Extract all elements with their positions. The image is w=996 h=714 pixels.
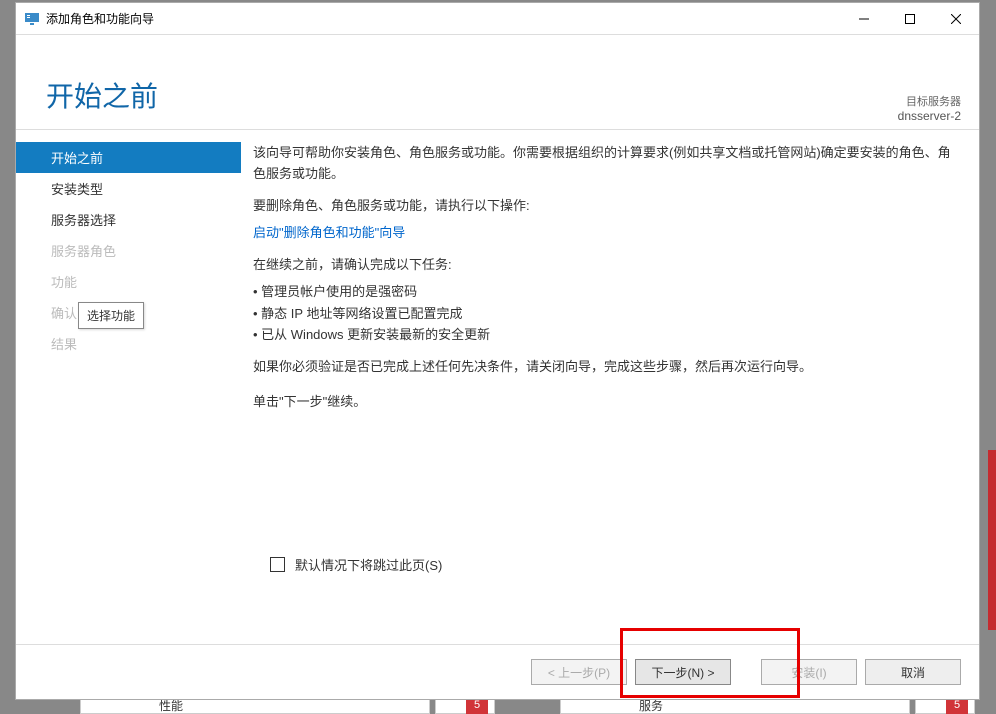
nav-before-you-begin[interactable]: 开始之前 [16,142,241,173]
intro-text: 该向导可帮助你安装角色、角色服务或功能。你需要根据组织的计算要求(例如共享文档或… [253,142,955,185]
nav-server-selection[interactable]: 服务器选择 [16,204,241,235]
skip-page-checkbox[interactable] [270,557,285,572]
remove-wizard-link[interactable]: 启动"删除角色和功能"向导 [253,225,405,240]
target-server-name: dnsserver-2 [898,109,961,123]
maximize-button[interactable] [887,3,933,34]
close-button[interactable] [933,3,979,34]
prereq-item: 已从 Windows 更新安装最新的安全更新 [253,324,955,345]
body: 开始之前 安装类型 服务器选择 服务器角色 功能 确认 结果 选择功能 该向导可… [16,130,979,644]
titlebar: 添加角色和功能向导 [16,3,979,35]
nav-features: 功能 [16,266,241,297]
prereq-list: 管理员帐户使用的是强密码 静态 IP 地址等网络设置已配置完成 已从 Windo… [253,281,955,345]
wizard-footer: < 上一步(P) 下一步(N) > 安装(I) 取消 [16,644,979,699]
install-button: 安装(I) [761,659,857,685]
previous-button: < 上一步(P) [531,659,627,685]
server-manager-icon [24,11,40,27]
cancel-button[interactable]: 取消 [865,659,961,685]
nav-server-roles: 服务器角色 [16,235,241,266]
skip-page-label: 默认情况下将跳过此页(S) [295,555,442,574]
prereq-item: 静态 IP 地址等网络设置已配置完成 [253,303,955,324]
nav-results: 结果 [16,328,241,359]
before-continue-text: 在继续之前，请确认完成以下任务: [253,254,955,275]
skip-page-row: 默认情况下将跳过此页(S) [270,555,442,574]
header: 开始之前 目标服务器 dnsserver-2 [16,35,979,130]
minimize-button[interactable] [841,3,887,34]
prereq-item: 管理员帐户使用的是强密码 [253,281,955,302]
window-controls [841,3,979,34]
nav-tooltip: 选择功能 [78,302,144,329]
nav-installation-type[interactable]: 安装类型 [16,173,241,204]
next-button[interactable]: 下一步(N) > [635,659,731,685]
verify-note: 如果你必须验证是否已完成上述任何先决条件，请关闭向导，完成这些步骤，然后再次运行… [253,356,955,377]
wizard-nav: 开始之前 安装类型 服务器选择 服务器角色 功能 确认 结果 选择功能 [16,130,241,644]
window-title: 添加角色和功能向导 [46,10,841,27]
wizard-window: 添加角色和功能向导 开始之前 目标服务器 dnsserver-2 开始之前 安装… [15,2,980,700]
target-server-label: 目标服务器 [906,93,961,109]
continue-note: 单击"下一步"继续。 [253,391,955,412]
bg-red-strip [988,450,996,630]
page-title: 开始之前 [46,75,158,115]
remove-label: 要删除角色、角色服务或功能，请执行以下操作: [253,195,955,216]
